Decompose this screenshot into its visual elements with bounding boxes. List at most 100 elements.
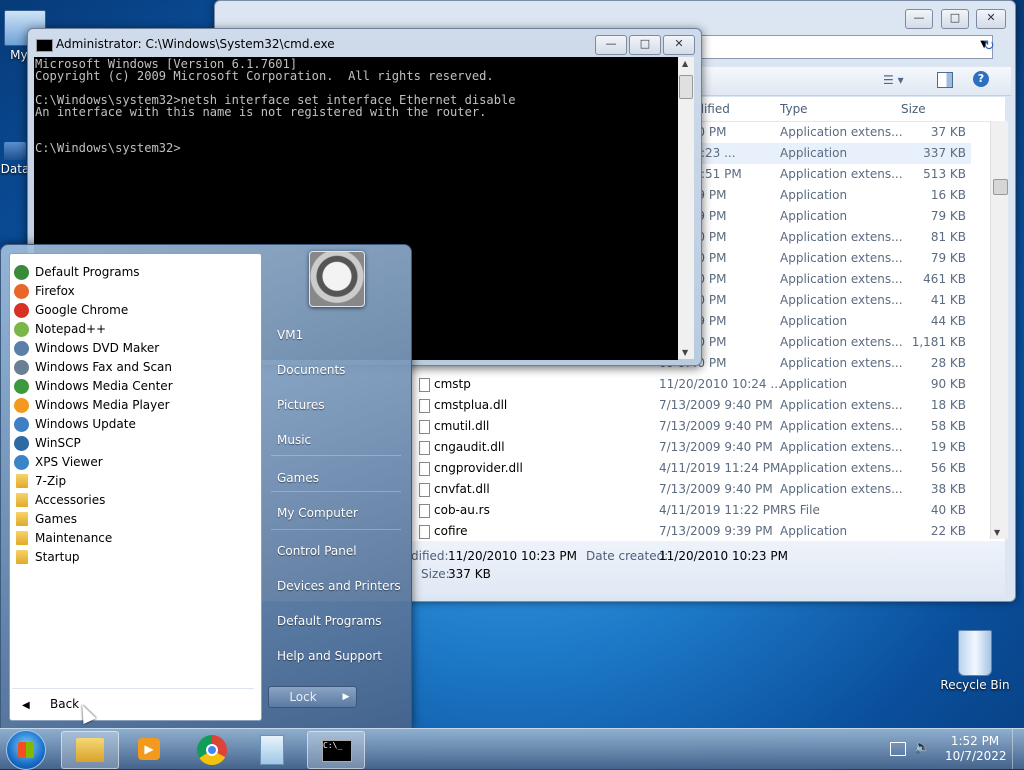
start-menu-link[interactable]: My Computer [277, 506, 358, 520]
program-item[interactable]: Notepad++ [12, 320, 256, 339]
file-date: 4/11/2019 11:22 PM [659, 503, 781, 517]
file-row[interactable]: cmstp 11/20/2010 10:24 ... Application 90 K… [411, 374, 971, 395]
maximize-button[interactable]: □ [629, 35, 661, 55]
media-player-icon: ▶ [138, 738, 160, 760]
file-name: cngprovider.dll [419, 458, 523, 479]
start-menu-link[interactable]: Devices and Printers [277, 579, 401, 593]
details-size-value: 337 KB [448, 567, 491, 581]
toolbar: ☰ ▾ ? [701, 67, 1011, 96]
program-item[interactable]: Google Chrome [12, 301, 256, 320]
program-item[interactable]: Games [12, 510, 256, 529]
clock-date: 10/7/2022 [945, 749, 1007, 763]
program-item[interactable]: Firefox [12, 282, 256, 301]
lock-button[interactable]: Lock [268, 686, 338, 708]
file-name-text: cngprovider.dll [434, 461, 523, 475]
start-menu-link[interactable]: Help and Support [277, 649, 382, 663]
file-row[interactable]: cofire 7/13/2009 9:39 PM Application 22 KB [411, 521, 971, 541]
refresh-icon[interactable]: ↻ [983, 38, 995, 54]
program-item[interactable]: Default Programs [12, 263, 256, 282]
column-header-type[interactable]: Type [780, 102, 808, 116]
file-icon [419, 440, 430, 455]
back-button[interactable]: ◀ Back [22, 694, 252, 714]
file-row[interactable]: cmutil.dll 7/13/2009 9:40 PM Application e… [411, 416, 971, 437]
file-size: 513 KB [923, 167, 966, 181]
address-bar[interactable]: ▼ [701, 35, 993, 59]
taskbar-media-player[interactable]: ▶ [122, 731, 178, 767]
program-label: Windows Update [35, 417, 136, 431]
program-label: Windows Media Center [35, 379, 173, 393]
file-row[interactable]: cmstplua.dll 7/13/2009 9:40 PM Application… [411, 395, 971, 416]
vertical-scrollbar[interactable]: ▲ ▼ [678, 57, 694, 359]
show-desktop-button[interactable] [1012, 729, 1024, 769]
file-row[interactable]: cnvfat.dll 7/13/2009 9:40 PM Application e… [411, 479, 971, 500]
help-icon[interactable]: ? [973, 71, 989, 87]
desktop-icon-recycle-bin[interactable]: Recycle Bin [940, 630, 1010, 692]
cmd-icon: C:\_ [322, 740, 352, 762]
desktop-icon-label: Recycle Bin [940, 678, 1010, 692]
program-label: Windows Fax and Scan [35, 360, 173, 374]
program-item[interactable]: 7-Zip [12, 472, 256, 491]
program-item[interactable]: Startup [12, 548, 256, 567]
start-button[interactable] [6, 730, 46, 770]
start-menu-link[interactable]: Documents [277, 363, 345, 377]
scroll-up-arrow[interactable]: ▲ [682, 59, 688, 68]
minimize-button[interactable]: — [905, 9, 933, 29]
file-icon [419, 377, 430, 392]
program-item[interactable]: XPS Viewer [12, 453, 256, 472]
network-icon[interactable] [890, 742, 906, 756]
file-row[interactable]: cngaudit.dll 7/13/2009 9:40 PM Application… [411, 437, 971, 458]
file-name-text: cmstp [434, 377, 471, 391]
file-type: Application extens... [780, 167, 903, 181]
scrollbar-thumb[interactable] [993, 179, 1008, 195]
view-options-icon[interactable]: ☰ ▾ [883, 73, 904, 87]
file-date: 4/11/2019 11:24 PM [659, 461, 781, 475]
taskbar: ▶ C:\_ 🔈 1:52 PM 10/7/2022 [0, 728, 1024, 770]
taskbar-explorer[interactable] [61, 731, 119, 769]
program-item[interactable]: Windows Media Player [12, 396, 256, 415]
minimize-button[interactable]: — [595, 35, 627, 55]
file-type: Application extens... [780, 482, 903, 496]
start-menu-link[interactable]: Games [277, 471, 319, 485]
file-type: RS File [780, 503, 820, 517]
start-menu-link[interactable]: Control Panel [277, 544, 357, 558]
close-button[interactable]: ✕ [976, 9, 1006, 29]
column-header-size[interactable]: Size [901, 102, 926, 116]
start-menu-link[interactable]: Music [277, 433, 311, 447]
program-item[interactable]: WinSCP [12, 434, 256, 453]
file-row[interactable]: cngprovider.dll 4/11/2019 11:24 PM Applica… [411, 458, 971, 479]
program-label: 7-Zip [35, 474, 67, 488]
file-name-text: cmstplua.dll [434, 398, 508, 412]
shutdown-options-arrow-icon[interactable]: ▶ [336, 686, 357, 708]
program-item[interactable]: Windows Media Center [12, 377, 256, 396]
vertical-scrollbar[interactable]: ▼ [990, 121, 1008, 539]
volume-icon[interactable]: 🔈 [914, 740, 930, 755]
program-item[interactable]: Maintenance [12, 529, 256, 548]
taskbar-chrome[interactable] [184, 731, 240, 767]
scroll-down-arrow[interactable]: ▼ [994, 528, 1000, 537]
scroll-down-arrow[interactable]: ▼ [682, 348, 688, 357]
taskbar-cmd[interactable]: C:\_ [307, 731, 365, 769]
start-menu[interactable]: Default Programs Firefox Google Chrome Note… [0, 244, 412, 730]
program-item[interactable]: Windows DVD Maker [12, 339, 256, 358]
file-name: cmstp [419, 374, 471, 395]
file-row[interactable]: cob-au.rs 4/11/2019 11:22 PM RS File 40 KB [411, 500, 971, 521]
start-menu-link[interactable]: Pictures [277, 398, 325, 412]
program-item[interactable]: Accessories [12, 491, 256, 510]
scrollbar-thumb[interactable] [679, 75, 693, 99]
program-item[interactable]: Windows Fax and Scan [12, 358, 256, 377]
file-type: Application extens... [780, 293, 903, 307]
close-button[interactable]: ✕ [663, 35, 695, 55]
program-label: Windows DVD Maker [35, 341, 160, 355]
start-menu-link[interactable]: VM1 [277, 328, 303, 342]
program-item[interactable]: Windows Update [12, 415, 256, 434]
windows-logo-icon [18, 742, 34, 758]
taskbar-notepad[interactable] [244, 731, 300, 767]
start-menu-link[interactable]: Default Programs [277, 614, 382, 628]
preview-pane-icon[interactable] [937, 72, 953, 88]
file-icon [419, 461, 430, 476]
maximize-button[interactable]: □ [941, 9, 969, 29]
database-icon [4, 142, 26, 160]
clock[interactable]: 1:52 PM 10/7/2022 [945, 734, 1007, 764]
notepad-icon [260, 735, 284, 765]
user-picture[interactable] [309, 251, 365, 307]
